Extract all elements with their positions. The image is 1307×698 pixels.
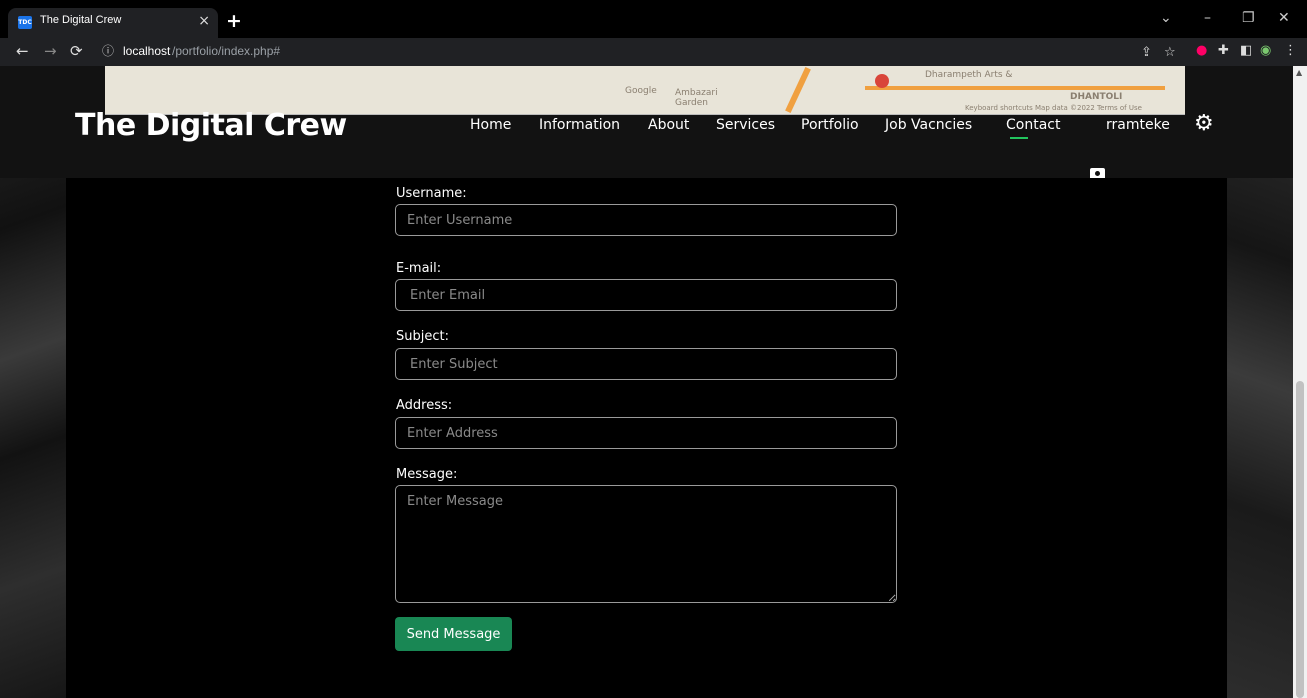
extensions-puzzle-icon[interactable]: ✚ xyxy=(1218,43,1229,58)
tab-close-icon[interactable]: × xyxy=(198,13,210,29)
map-label: DHANTOLI xyxy=(1070,92,1123,102)
reload-icon[interactable]: ⟳ xyxy=(70,42,83,60)
message-label: Message: xyxy=(396,467,458,482)
page-scrollbar[interactable]: ▲ xyxy=(1293,66,1307,698)
close-window-button[interactable]: ✕ xyxy=(1278,10,1290,26)
contact-form: Username: E-mail: Subject: Address: Mess… xyxy=(66,178,1227,698)
email-input[interactable] xyxy=(395,279,897,311)
site-logo-text[interactable]: The Digital Crew xyxy=(75,108,347,143)
active-nav-indicator xyxy=(1010,137,1028,139)
share-icon[interactable]: ⇪ xyxy=(1141,45,1152,60)
username-label: Username: xyxy=(396,186,467,201)
address-label: Address: xyxy=(396,398,453,413)
bookmark-star-icon[interactable]: ☆ xyxy=(1164,45,1176,60)
address-bar[interactable]: ⓘ localhost /portfolio/index.php# ⇪ ☆ xyxy=(96,40,1292,62)
subject-input[interactable] xyxy=(395,348,897,380)
url-host: localhost xyxy=(123,44,171,58)
map-pin-icon xyxy=(875,74,889,88)
nav-contact[interactable]: Contact xyxy=(1006,117,1060,133)
gear-icon[interactable]: ⚙ xyxy=(1194,111,1214,136)
tab-title: The Digital Crew xyxy=(40,14,122,26)
site-info-icon[interactable]: ⓘ xyxy=(102,42,114,59)
restore-button[interactable]: ❐ xyxy=(1242,10,1255,26)
map-attribution: Keyboard shortcuts Map data ©2022 Terms … xyxy=(965,104,1142,112)
browser-toolbar: ← → ⟳ ⓘ localhost /portfolio/index.php# … xyxy=(0,38,1307,66)
send-message-button[interactable]: Send Message xyxy=(395,617,512,651)
nav-portfolio[interactable]: Portfolio xyxy=(801,117,859,133)
browser-tab[interactable]: TDC The Digital Crew × xyxy=(8,8,218,38)
side-panel-icon[interactable]: ◧ xyxy=(1240,43,1252,58)
tab-search-icon[interactable]: ⌄ xyxy=(1160,10,1172,26)
message-textarea[interactable] xyxy=(395,485,897,603)
nav-information[interactable]: Information xyxy=(539,117,620,133)
nav-user-account[interactable]: rramteke xyxy=(1106,117,1170,133)
url-path: /portfolio/index.php# xyxy=(172,44,281,58)
map-google-logo: Google xyxy=(625,86,657,96)
color-extension-icon[interactable]: ● xyxy=(1196,43,1207,58)
username-input[interactable] xyxy=(395,204,897,236)
scroll-up-icon[interactable]: ▲ xyxy=(1296,68,1302,77)
scrollbar-thumb[interactable] xyxy=(1296,381,1304,698)
page-viewport: Dharampeth Arts & Ambazari Garden DHANTO… xyxy=(0,66,1307,698)
address-input[interactable] xyxy=(395,417,897,449)
subject-label: Subject: xyxy=(396,329,449,344)
forward-icon[interactable]: → xyxy=(44,42,57,60)
email-label: E-mail: xyxy=(396,261,442,276)
site-header: Dharampeth Arts & Ambazari Garden DHANTO… xyxy=(0,66,1293,183)
nav-services[interactable]: Services xyxy=(716,117,775,133)
new-tab-button[interactable]: + xyxy=(226,10,242,32)
favicon-icon: TDC xyxy=(18,16,32,29)
browser-titlebar: TDC The Digital Crew × + ⌄ – ❐ ✕ xyxy=(0,0,1307,38)
nav-home[interactable]: Home xyxy=(470,117,511,133)
map-label: Ambazari Garden xyxy=(675,88,718,108)
menu-kebab-icon[interactable]: ⋮ xyxy=(1284,43,1297,58)
nav-job-vacancies[interactable]: Job Vacncies xyxy=(885,117,972,133)
nav-about[interactable]: About xyxy=(648,117,689,133)
profile-avatar-icon[interactable]: ◉ xyxy=(1260,43,1271,58)
back-icon[interactable]: ← xyxy=(16,42,29,60)
minimize-button[interactable]: – xyxy=(1204,10,1211,26)
map-label: Dharampeth Arts & xyxy=(925,70,1013,80)
